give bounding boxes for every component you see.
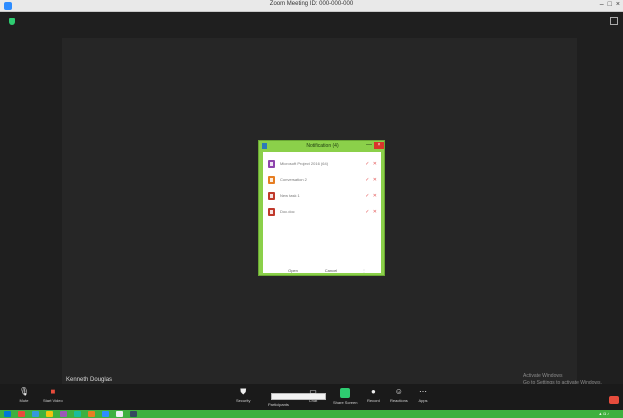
taskbar-app-icon[interactable]: [32, 411, 39, 417]
accept-dismiss-icons[interactable]: ✓ ✕: [365, 161, 378, 167]
share-screen-icon: [340, 388, 351, 398]
window-controls: – □ ×: [600, 1, 620, 8]
file-icon: [268, 160, 275, 168]
notification-item[interactable]: Microsoft Project 2016 (64) ✓ ✕: [268, 159, 378, 171]
file-icon: [268, 192, 275, 200]
close-window-button[interactable]: ×: [616, 1, 620, 8]
chat-button[interactable]: ▭ Chat: [308, 387, 318, 404]
fullscreen-icon[interactable]: [610, 17, 618, 25]
notification-item[interactable]: Doc.doc ✓ ✕: [268, 207, 378, 219]
dialog-body: Microsoft Project 2016 (64) ✓ ✕ Conversa…: [263, 152, 381, 273]
taskbar-app-icon[interactable]: [74, 411, 81, 417]
taskbar-app-icon[interactable]: [60, 411, 67, 417]
window-title: Zoom Meeting ID: 000-000-000: [269, 1, 354, 7]
record-button[interactable]: ● Record: [367, 387, 380, 404]
apps-icon: ⋯: [419, 387, 427, 396]
record-icon: ●: [371, 387, 376, 396]
participant-name: Kenneth Douglas: [66, 377, 113, 383]
notification-item[interactable]: New task 1 ✓ ✕: [268, 191, 378, 203]
file-icon: [268, 208, 275, 216]
taskbar-app-icon[interactable]: [18, 411, 25, 417]
accept-dismiss-icons[interactable]: ✓ ✕: [365, 209, 378, 215]
open-button[interactable]: Open: [283, 266, 303, 275]
security-button[interactable]: ⛊ Security: [236, 387, 250, 404]
notification-dialog: Notification (4) — × Microsoft Project 2…: [258, 140, 385, 276]
chat-icon: ▭: [309, 387, 317, 396]
shield-icon: ⛊: [240, 387, 247, 396]
participants-button[interactable]: Participants: [268, 402, 289, 407]
microphone-icon: 🎙: [19, 387, 30, 396]
system-tray[interactable]: ▲ ◘ ♪: [598, 411, 609, 416]
security-shield-icon[interactable]: [9, 18, 15, 25]
more-icon[interactable]: ⋮: [359, 266, 369, 275]
reactions-button[interactable]: ☺ Reactions: [390, 387, 408, 404]
start-icon[interactable]: [4, 411, 11, 417]
reactions-icon: ☺: [394, 387, 403, 396]
minimize-button[interactable]: –: [600, 1, 604, 8]
taskbar-app-icon[interactable]: [116, 411, 123, 417]
mute-button[interactable]: 🎙 Mute: [19, 387, 30, 404]
taskbar-app-icon[interactable]: [88, 411, 95, 417]
share-screen-button[interactable]: Share Screen: [333, 388, 357, 405]
camera-off-icon: ■: [50, 387, 56, 396]
start-video-button[interactable]: ■ Start Video: [43, 387, 63, 404]
accept-dismiss-icons[interactable]: ✓ ✕: [365, 193, 378, 199]
window-titlebar: Zoom Meeting ID: 000-000-000 – □ ×: [0, 0, 623, 12]
dialog-header: Notification (4) — ×: [259, 141, 386, 151]
taskbar-app-icon[interactable]: [46, 411, 53, 417]
apps-button[interactable]: ⋯ Apps: [418, 387, 428, 404]
accept-dismiss-icons[interactable]: ✓ ✕: [365, 177, 378, 183]
dialog-minimize-button[interactable]: —: [366, 142, 372, 148]
file-icon: [268, 176, 275, 184]
end-meeting-button[interactable]: [609, 396, 619, 404]
taskbar-app-icon[interactable]: [130, 411, 137, 417]
dialog-close-button[interactable]: ×: [374, 142, 384, 149]
cancel-button[interactable]: Cancel: [319, 266, 343, 275]
notification-item[interactable]: Conversation 2 ✓ ✕: [268, 175, 378, 187]
taskbar-zoom-icon[interactable]: [102, 411, 109, 417]
maximize-button[interactable]: □: [608, 1, 612, 8]
